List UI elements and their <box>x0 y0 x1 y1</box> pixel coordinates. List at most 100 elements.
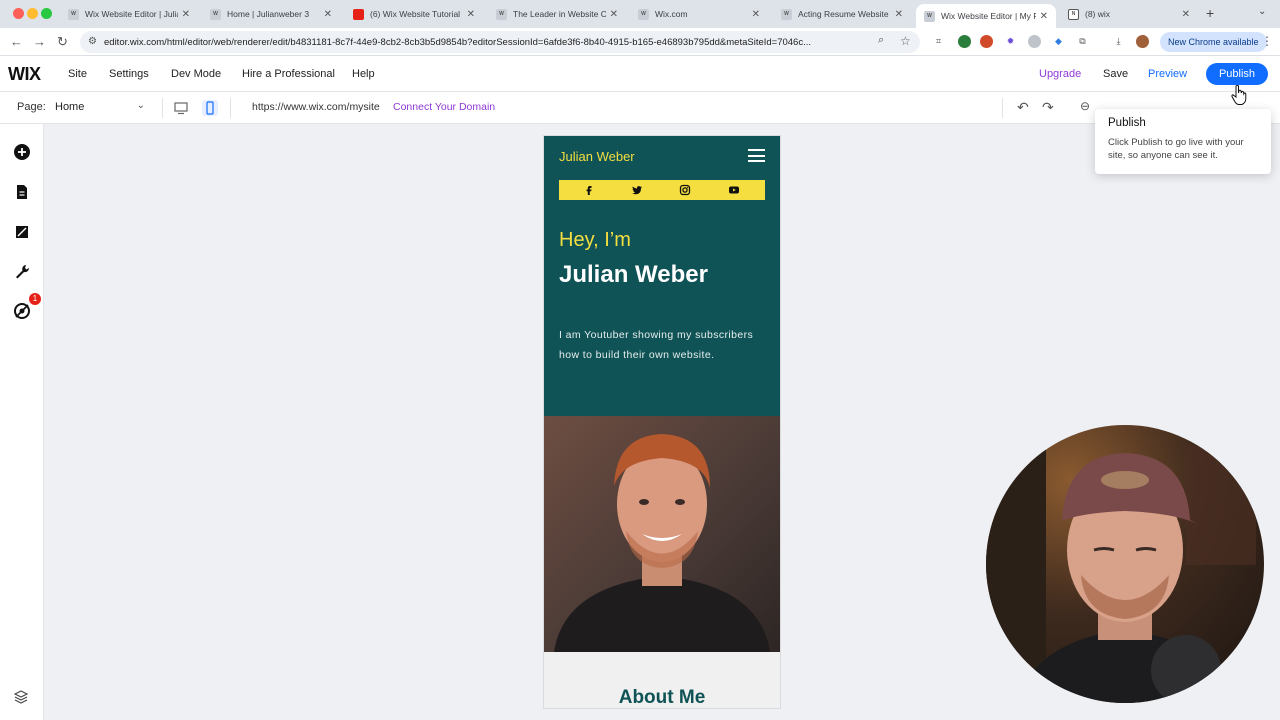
tab-title: (6) Wix Website Tutorial <box>370 9 461 19</box>
youtube-icon[interactable] <box>728 184 740 196</box>
hero-bio-text[interactable]: I am Youtuber showing my subscribers how… <box>559 325 764 365</box>
close-tab-icon[interactable]: ✕ <box>610 9 618 20</box>
hero-name-heading[interactable]: Julian Weber <box>559 261 759 288</box>
address-bar[interactable]: ⚙ editor.wix.com/html/editor/web/rendere… <box>80 31 920 53</box>
profile-avatar-icon[interactable] <box>1136 35 1149 48</box>
wix-favicon-icon: W <box>781 8 792 20</box>
profile-photo-illustration <box>554 434 770 652</box>
profile-photo[interactable] <box>544 416 780 652</box>
pages-menu-icon[interactable] <box>13 183 31 201</box>
social-bar[interactable] <box>559 180 765 200</box>
tab-title: (8) wix <box>1085 9 1111 19</box>
accessibility-checker-icon[interactable] <box>13 302 31 320</box>
zoom-out-icon[interactable]: ⊖ <box>1080 99 1090 113</box>
save-button[interactable]: Save <box>1103 68 1128 80</box>
wix-favicon-icon: W <box>210 8 221 20</box>
extension-gray-icon[interactable] <box>1028 35 1041 48</box>
menu-settings[interactable]: Settings <box>109 68 149 80</box>
browser-tab[interactable]: W The Leader in Website C ✕ <box>488 4 626 24</box>
extension-purple-icon[interactable]: ✹ <box>1004 35 1017 48</box>
youtube-favicon-icon <box>353 8 364 20</box>
close-tab-icon[interactable]: ✕ <box>467 9 475 20</box>
download-icon[interactable]: ⤓ <box>1112 35 1125 48</box>
hamburger-menu-icon[interactable] <box>748 149 765 162</box>
page-selector-value: Home <box>55 101 85 113</box>
publish-button[interactable]: Publish <box>1206 63 1268 85</box>
new-tab-icon[interactable]: + <box>1206 5 1214 21</box>
hero-section[interactable]: Julian Weber Hey, I’m Julian Weber I am … <box>544 136 780 416</box>
redo-icon[interactable]: ↷ <box>1042 99 1054 116</box>
tab-title: Home | Julianweber 3 <box>227 9 310 19</box>
browser-tab[interactable]: (6) Wix Website Tutorial ✕ <box>345 4 483 24</box>
back-arrow-icon[interactable]: ← <box>10 34 23 49</box>
close-tab-icon[interactable]: ✕ <box>752 9 760 20</box>
notion-favicon-icon: N <box>1068 8 1079 20</box>
connect-domain-link[interactable]: Connect Your Domain <box>393 101 495 113</box>
close-tab-icon[interactable]: ✕ <box>324 9 332 20</box>
hero-greeting[interactable]: Hey, I’m <box>559 229 631 252</box>
tab-title: Wix Website Editor | My F <box>941 11 1036 21</box>
mobile-view-icon[interactable] <box>202 100 218 116</box>
extension-orange-icon[interactable] <box>980 35 993 48</box>
forward-arrow-icon[interactable]: → <box>33 34 46 49</box>
site-name[interactable]: Julian Weber <box>559 149 635 164</box>
toolbar-divider <box>1002 98 1003 118</box>
toolbar-divider <box>162 98 163 118</box>
browser-tab-active[interactable]: W Wix Website Editor | My F ✕ <box>916 4 1056 28</box>
undo-icon[interactable]: ↶ <box>1017 99 1029 116</box>
bookmark-star-icon[interactable]: ☆ <box>900 34 911 48</box>
hand-cursor-icon <box>1231 85 1247 105</box>
desktop-view-icon[interactable] <box>173 100 189 116</box>
wix-favicon-icon: W <box>496 8 507 20</box>
twitter-icon[interactable] <box>631 184 643 196</box>
minimize-window-button[interactable] <box>27 8 38 19</box>
zoom-lens-icon[interactable]: ⌕ <box>878 34 884 47</box>
browser-tab[interactable]: W Home | Julianweber 3 ✕ <box>202 4 340 24</box>
menu-site[interactable]: Site <box>68 68 87 80</box>
wix-favicon-icon: W <box>924 10 935 22</box>
tab-title: The Leader in Website C <box>513 9 606 19</box>
site-design-icon[interactable] <box>13 223 31 241</box>
mobile-site-canvas[interactable]: Julian Weber Hey, I’m Julian Weber I am … <box>544 136 780 708</box>
menu-help[interactable]: Help <box>352 68 375 80</box>
preview-button[interactable]: Preview <box>1148 68 1187 80</box>
layers-icon[interactable] <box>13 689 29 705</box>
extensions-puzzle-icon[interactable]: ⧉ <box>1076 35 1089 48</box>
new-chrome-available-button[interactable]: New Chrome available <box>1160 32 1267 52</box>
webcam-presenter-illustration <box>986 425 1256 703</box>
extension-green-icon[interactable] <box>958 35 971 48</box>
reload-icon[interactable]: ↻ <box>57 34 68 50</box>
tooltip-body: Click Publish to go live with your site,… <box>1108 137 1244 161</box>
screen-capture-extension-icon[interactable]: ⌗ <box>932 35 945 48</box>
extension-blue-icon[interactable]: ◆ <box>1052 35 1065 48</box>
about-me-heading[interactable]: About Me <box>544 687 780 708</box>
maximize-window-button[interactable] <box>41 8 52 19</box>
toolbar-divider <box>230 98 231 118</box>
browser-tab[interactable]: N (8) wix ✕ <box>1060 4 1198 24</box>
browser-tab[interactable]: W Wix.com ✕ <box>630 4 768 24</box>
close-tab-icon[interactable]: ✕ <box>895 9 903 20</box>
close-tab-icon[interactable]: ✕ <box>1040 11 1048 22</box>
browser-tab[interactable]: W Wix Website Editor | Julia ✕ <box>60 4 198 24</box>
browser-tab[interactable]: W Acting Resume Website T ✕ <box>773 4 911 24</box>
browser-toolbar: ← → ↻ ⚙ editor.wix.com/html/editor/web/r… <box>0 28 1280 56</box>
close-tab-icon[interactable]: ✕ <box>182 9 190 20</box>
close-window-button[interactable] <box>13 8 24 19</box>
add-elements-icon[interactable] <box>13 143 31 161</box>
close-tab-icon[interactable]: ✕ <box>1182 9 1190 20</box>
menu-hire-a-professional[interactable]: Hire a Professional <box>242 68 335 80</box>
wix-logo[interactable]: WIX <box>8 64 41 85</box>
site-info-icon[interactable]: ⚙ <box>88 36 97 47</box>
tab-title: Acting Resume Website T <box>798 9 891 19</box>
upgrade-button[interactable]: Upgrade <box>1039 68 1081 80</box>
menu-dev-mode[interactable]: Dev Mode <box>171 68 221 80</box>
chevron-down-icon: ⌄ <box>136 100 145 111</box>
page-selector-dropdown[interactable]: Home ⌄ <box>55 100 145 113</box>
facebook-icon[interactable] <box>583 184 595 196</box>
tab-title: Wix.com <box>655 9 688 19</box>
tab-search-chevron-icon[interactable]: ⌄ <box>1258 6 1266 17</box>
publish-tooltip: Publish Click Publish to go live with yo… <box>1095 109 1271 174</box>
wrench-icon[interactable] <box>13 263 31 281</box>
chrome-menu-icon[interactable]: ⋮ <box>1261 34 1273 48</box>
instagram-icon[interactable] <box>679 184 691 196</box>
